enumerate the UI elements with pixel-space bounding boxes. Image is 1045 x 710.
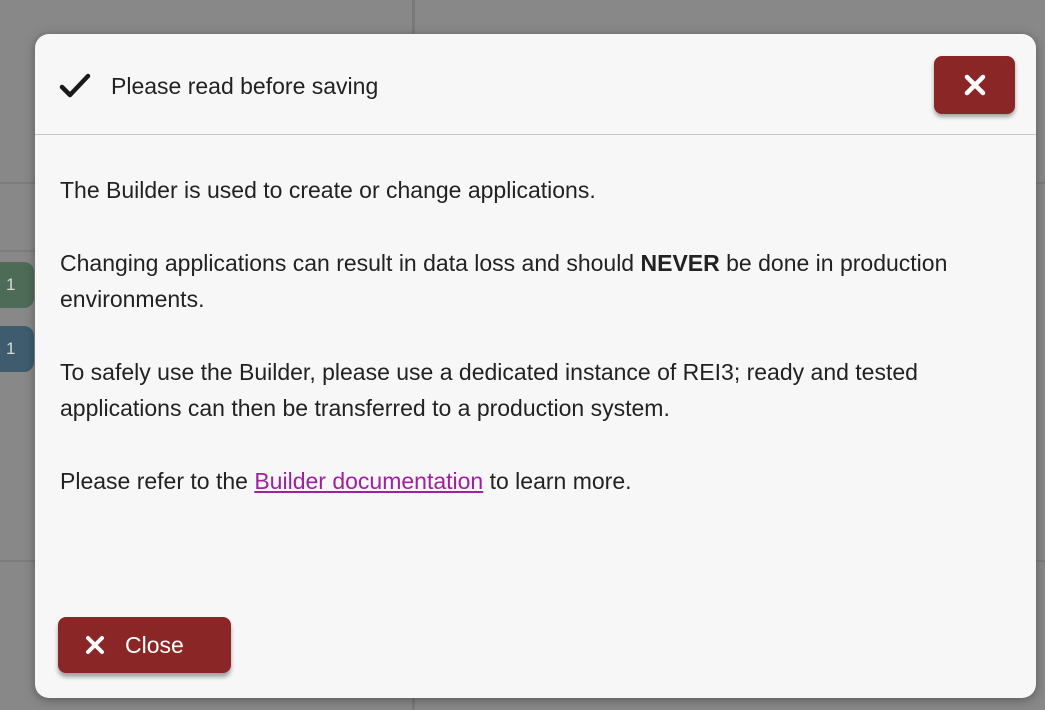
close-button-label: Close xyxy=(125,631,184,658)
warning-paragraph: Changing applications can result in data… xyxy=(60,245,990,317)
builder-documentation-link[interactable]: Builder documentation xyxy=(254,468,483,494)
background-divider xyxy=(0,182,40,184)
dialog-title: Please read before saving xyxy=(111,73,379,99)
documentation-paragraph: Please refer to the Builder documentatio… xyxy=(60,463,990,499)
documentation-text: Please refer to the xyxy=(60,468,255,494)
documentation-text-end: to learn more. xyxy=(483,468,632,494)
checkmark-icon xyxy=(59,73,91,98)
dialog-header: Please read before saving xyxy=(35,34,1036,135)
close-icon xyxy=(86,636,104,654)
background-divider xyxy=(0,560,40,562)
header-close-button[interactable] xyxy=(934,56,1015,114)
never-emphasis: NEVER xyxy=(640,250,720,276)
close-button[interactable]: Close xyxy=(58,617,231,673)
warning-dialog: Please read before saving The Builder is… xyxy=(35,34,1036,698)
dialog-body: The Builder is used to create or change … xyxy=(35,135,1036,499)
intro-paragraph: The Builder is used to create or change … xyxy=(60,177,596,203)
background-divider xyxy=(0,250,40,252)
background-counter-badge: 1 xyxy=(0,262,34,308)
background-counter-badge: 1 xyxy=(0,326,34,372)
instance-paragraph: To safely use the Builder, please use a … xyxy=(60,359,918,421)
close-icon xyxy=(964,74,985,96)
warning-text: Changing applications can result in data… xyxy=(60,250,641,276)
